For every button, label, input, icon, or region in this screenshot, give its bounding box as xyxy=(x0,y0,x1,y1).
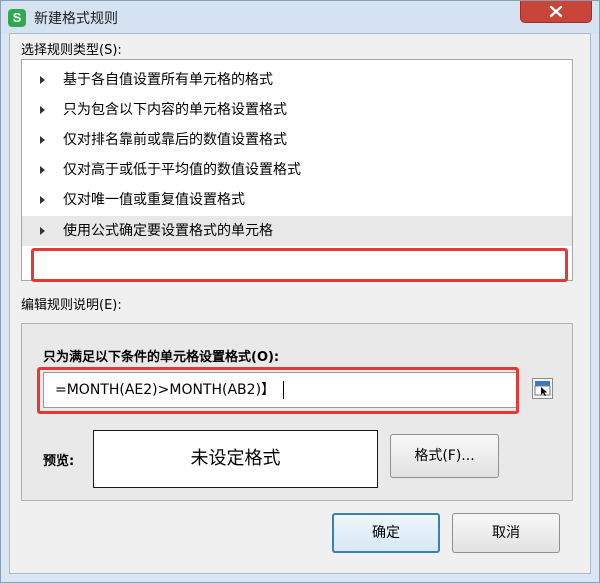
rule-type-item[interactable]: 基于各自值设置所有单元格的格式 xyxy=(22,65,572,95)
rule-type-item[interactable]: 只为包含以下内容的单元格设置格式 xyxy=(22,95,572,125)
range-select-button[interactable] xyxy=(532,378,553,399)
expand-arrow-icon xyxy=(40,227,45,235)
rule-type-label: 选择规则类型(S): xyxy=(21,43,122,58)
close-icon xyxy=(549,5,563,18)
cancel-button[interactable]: 取消 xyxy=(452,513,560,553)
expand-arrow-icon xyxy=(40,196,45,204)
condition-label: 只为满足以下条件的单元格设置格式(O): xyxy=(43,350,280,365)
edit-rule-label: 编辑规则说明(E): xyxy=(21,298,122,313)
rule-type-item-selected[interactable]: 使用公式确定要设置格式的单元格 xyxy=(22,216,572,246)
preview-label: 预览: xyxy=(43,454,75,469)
new-format-rule-dialog: S 新建格式规则 选择规则类型(S): 基于各自值设置所有单元格的格式 只为包含… xyxy=(0,0,600,583)
wps-app-icon: S xyxy=(8,9,26,27)
close-button[interactable] xyxy=(520,1,592,23)
expand-arrow-icon xyxy=(40,106,45,114)
ok-button[interactable]: 确定 xyxy=(332,513,440,553)
expand-arrow-icon xyxy=(40,76,45,84)
rule-type-item[interactable]: 仅对排名靠前或靠后的数值设置格式 xyxy=(22,125,572,155)
highlight-formula xyxy=(37,367,519,414)
format-preview: 未设定格式 xyxy=(93,430,378,488)
expand-arrow-icon xyxy=(40,136,45,144)
expand-arrow-icon xyxy=(40,166,45,174)
title-bar[interactable]: S 新建格式规则 xyxy=(1,1,599,33)
highlight-selected-rule xyxy=(31,248,568,282)
range-select-icon xyxy=(534,381,551,396)
dialog-title: 新建格式规则 xyxy=(34,11,118,27)
format-button[interactable]: 格式(F)... xyxy=(390,434,499,478)
rule-type-item[interactable]: 仅对高于或低于平均值的数值设置格式 xyxy=(22,155,572,185)
rule-type-item[interactable]: 仅对唯一值或重复值设置格式 xyxy=(22,185,572,215)
